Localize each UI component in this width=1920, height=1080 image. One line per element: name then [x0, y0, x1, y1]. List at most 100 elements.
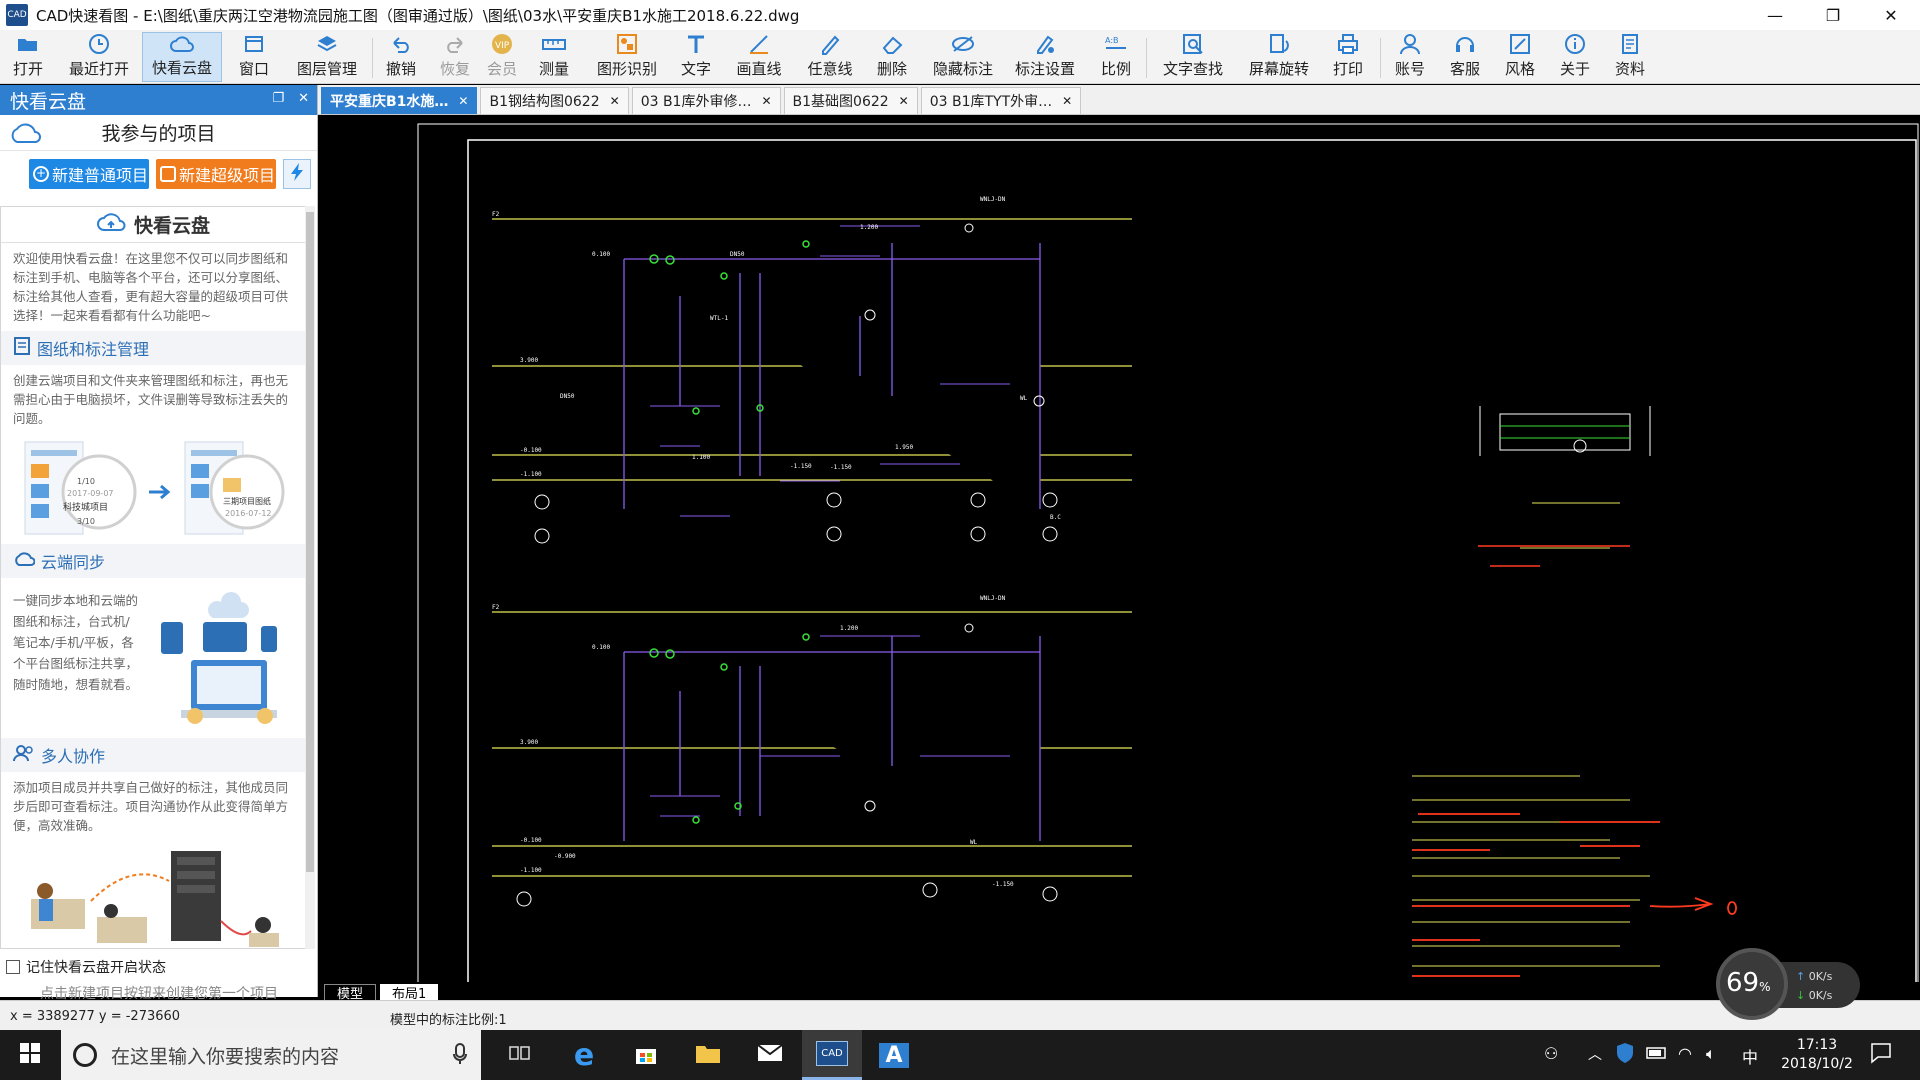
section-cloud-sync: 云端同步	[1, 544, 305, 578]
edge-button[interactable]: e	[554, 1030, 614, 1080]
freehand-label: 任意线	[807, 60, 853, 78]
open-button[interactable]: 打开	[8, 32, 48, 82]
cad-viewer-taskbar-button[interactable]: CAD	[802, 1030, 862, 1080]
freehand-button[interactable]: 任意线	[805, 32, 855, 82]
tab-document-2[interactable]: B1钢结构图0622 ✕	[480, 87, 629, 114]
tab-label: 03 B1库TYT外审…	[929, 94, 1053, 110]
new-super-project-label: 新建超级项目	[179, 166, 276, 185]
tab-label: 03 B1库外审修…	[640, 94, 752, 110]
tab-model[interactable]: 模型	[324, 984, 377, 1002]
shape-recognize-button[interactable]: 图形识别	[594, 32, 660, 82]
tab-document-1[interactable]: 平安重庆B1水施… ✕	[321, 87, 478, 114]
tab-document-5[interactable]: 03 B1库TYT外审… ✕	[920, 87, 1082, 114]
window-label: 窗口	[238, 60, 269, 78]
svg-text:WL: WL	[970, 839, 978, 846]
taskbar-search-box[interactable]: 在这里输入你要搜索的内容	[61, 1030, 481, 1080]
undo-icon	[389, 33, 413, 55]
tab-document-3[interactable]: 03 B1库外审修… ✕	[631, 87, 781, 114]
new-normal-project-button[interactable]: + 新建普通项目	[29, 159, 149, 189]
network-speed-widget[interactable]: ↑ 0K/s ↓ 0K/s 69%	[1716, 948, 1860, 1020]
sidebar-scrollbar[interactable]	[305, 206, 315, 949]
scale-icon: A:B	[1104, 33, 1128, 55]
cloud-sync-block: 一键同步本地和云端的图纸和标注，台式机/笔记本/手机/平板，各个平台图纸标注共享…	[1, 578, 305, 738]
system-clock[interactable]: 17:13 2018/10/2	[1772, 1036, 1862, 1074]
window-button[interactable]: 窗口	[236, 32, 272, 82]
tab-document-4[interactable]: B1基础图0622 ✕	[783, 87, 918, 114]
svg-text:-1.100: -1.100	[520, 867, 542, 874]
project-buttons: + 新建普通项目 新建超级项目	[0, 151, 317, 197]
maximize-button[interactable]: ❐	[1804, 0, 1862, 30]
microphone-icon[interactable]	[453, 1042, 467, 1071]
hide-annotations-button[interactable]: 隐藏标注	[930, 32, 996, 82]
cloud-disk-button[interactable]: 快看云盘	[142, 32, 222, 82]
svg-text:WNLJ-DN: WNLJ-DN	[980, 595, 1006, 602]
scale-label: 比例	[1100, 60, 1131, 78]
delete-button[interactable]: 删除	[874, 32, 910, 82]
tab-close-icon[interactable]: ✕	[610, 94, 620, 108]
file-explorer-button[interactable]	[678, 1030, 738, 1080]
remember-cloud-checkbox[interactable]: 记住快看云盘开启状态	[6, 957, 166, 977]
support-button[interactable]: 客服	[1447, 32, 1483, 82]
account-button[interactable]: 账号	[1392, 32, 1428, 82]
vip-button[interactable]: VIP 会员	[484, 32, 520, 82]
documents-button[interactable]: 资料	[1612, 32, 1648, 82]
about-button[interactable]: 关于	[1557, 32, 1593, 82]
screen-rotate-button[interactable]: 屏幕旋转	[1246, 32, 1312, 82]
new-super-project-button[interactable]: 新建超级项目	[156, 159, 276, 189]
documents-icon	[1618, 33, 1642, 55]
wifi-icon[interactable]: ◠	[1678, 1044, 1692, 1063]
tab-close-icon[interactable]: ✕	[899, 94, 909, 108]
intro-panel-title: 快看云盘	[133, 215, 210, 237]
svg-text:-0.900: -0.900	[554, 853, 576, 860]
volume-icon[interactable]: 🔈︎	[1706, 1044, 1716, 1064]
scrollbar-thumb[interactable]	[306, 212, 314, 872]
restore-icon[interactable]: ❐	[272, 91, 284, 106]
battery-icon[interactable]	[1646, 1046, 1668, 1064]
sync-button[interactable]	[283, 159, 311, 189]
headset-icon	[1453, 33, 1477, 55]
chevron-up-icon[interactable]: ︿	[1588, 1044, 1602, 1064]
windows-taskbar: 在这里输入你要搜索的内容 e CAD A ⚇ ︿ ◠ 🔈︎ 中 17:13 20…	[0, 1030, 1920, 1080]
close-button[interactable]: ✕	[1862, 0, 1920, 30]
layer-manager-button[interactable]: 图层管理	[292, 32, 362, 82]
sidebar-title: 快看云盘	[10, 90, 87, 113]
checkbox-box[interactable]	[6, 960, 20, 974]
tab-close-icon[interactable]: ✕	[761, 94, 771, 108]
style-button[interactable]: 风格	[1502, 32, 1538, 82]
app-window: CAD CAD快速看图 - E:\图纸\重庆两江空港物流园施工图（图审通过版）\…	[0, 0, 1920, 1080]
drawing-canvas[interactable]: F2 0.100 DN50 1.200 3.900 DN50 1.100 -0.100 -1…	[320, 116, 1920, 995]
input-method-indicator[interactable]: 中	[1742, 1044, 1758, 1068]
text-search-button[interactable]: 文字查找	[1160, 32, 1226, 82]
print-button[interactable]: 打印	[1330, 32, 1366, 82]
undo-button[interactable]: 撤销	[383, 32, 419, 82]
tab-layout-1[interactable]: 布局1	[380, 984, 439, 1002]
redo-button[interactable]: 恢复	[437, 32, 473, 82]
tab-close-icon[interactable]: ✕	[458, 94, 468, 108]
text-button[interactable]: 文字	[678, 32, 714, 82]
eraser-icon	[880, 33, 904, 55]
minimize-button[interactable]: —	[1746, 0, 1804, 30]
shape-recognize-label: 图形识别	[596, 60, 657, 78]
svg-text:-1.150: -1.150	[790, 463, 812, 470]
scale-button[interactable]: A:B 比例	[1098, 32, 1134, 82]
mail-button[interactable]	[740, 1030, 800, 1080]
download-speed: 0K/s	[1808, 989, 1833, 1002]
recent-button[interactable]: 最近打开	[64, 32, 134, 82]
start-button[interactable]	[0, 1030, 60, 1080]
line-icon	[747, 33, 771, 55]
account-label: 账号	[1394, 60, 1425, 78]
text-app-taskbar-button[interactable]: A	[864, 1030, 924, 1080]
ruler-icon	[542, 33, 566, 55]
measure-button[interactable]: 测量	[536, 32, 572, 82]
clock-date: 2018/10/2	[1781, 1056, 1853, 1072]
sidebar-close-icon[interactable]: ✕	[298, 91, 309, 106]
task-view-button[interactable]	[490, 1030, 550, 1080]
tab-close-icon[interactable]: ✕	[1062, 94, 1072, 108]
windows-logo-icon	[20, 1043, 40, 1067]
annotation-settings-button[interactable]: 标注设置	[1012, 32, 1078, 82]
notification-icon[interactable]	[1870, 1042, 1892, 1068]
draw-line-button[interactable]: 画直线	[734, 32, 784, 82]
store-button[interactable]	[616, 1030, 676, 1080]
people-icon[interactable]: ⚇	[1544, 1044, 1558, 1063]
security-shield-icon[interactable]	[1616, 1042, 1634, 1068]
